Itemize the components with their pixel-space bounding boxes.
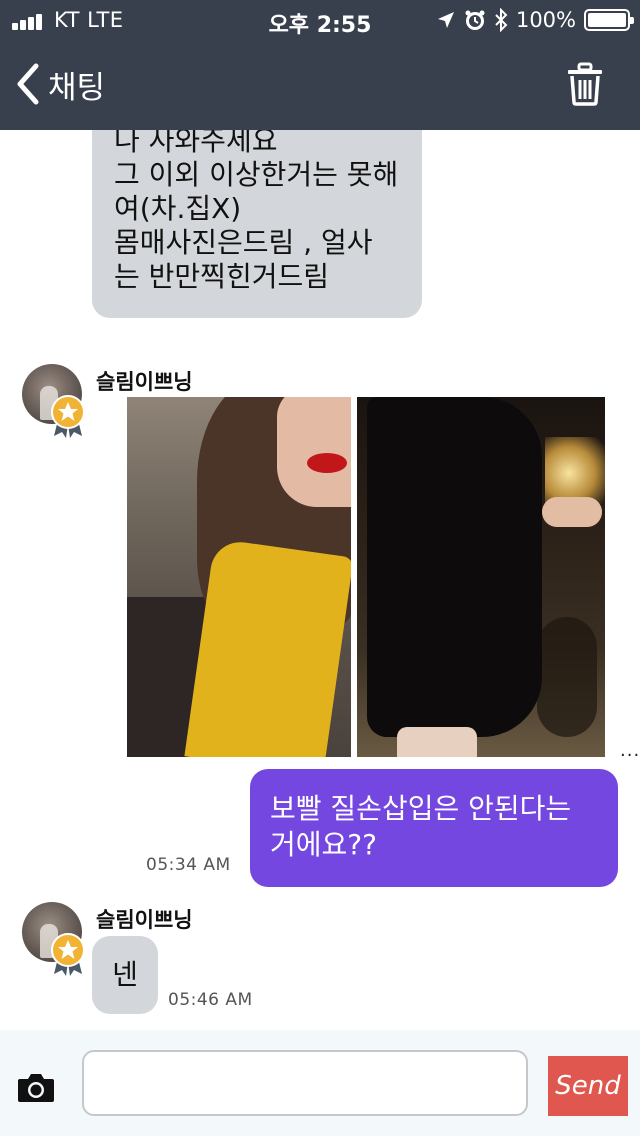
message-line: 나 사와주세요	[114, 130, 278, 157]
trash-icon[interactable]	[566, 62, 604, 106]
sent-message-bubble: 보빨 질손삽입은 안된다는 거에요??	[250, 769, 618, 887]
message-line: 그 이외 이상한거는 못해	[114, 158, 399, 191]
bluetooth-icon	[495, 8, 508, 32]
sender-name: 슬림이쁘닝	[96, 908, 193, 932]
chat-area[interactable]: 나 사와주세요 그 이외 이상한거는 못해 여(차.집X) 몸매사진은드림 , …	[0, 130, 640, 1030]
more-options-icon[interactable]: ...	[620, 740, 640, 761]
battery-level	[588, 13, 626, 27]
medal-badge-icon	[51, 933, 85, 976]
nav-bar: 채팅	[0, 40, 640, 130]
battery-icon	[584, 9, 634, 31]
message-time: 05:34 AM	[146, 855, 231, 875]
received-message-bubble: 넨	[92, 936, 158, 1014]
message-line: 여(차.집X)	[114, 192, 242, 225]
message-line: 는 반만찍힌거드림	[114, 260, 329, 293]
sender-name: 슬림이쁘닝	[96, 370, 193, 394]
back-label: 채팅	[48, 69, 106, 106]
status-indicators: 100%	[436, 7, 634, 33]
alarm-icon	[465, 10, 485, 30]
received-message-bubble: 나 사와주세요 그 이외 이상한거는 못해 여(차.집X) 몸매사진은드림 , …	[92, 130, 422, 318]
message-time: 05:46 AM	[168, 990, 253, 1010]
photo-right-panel	[357, 397, 605, 757]
top-bar: KT LTE 오후 2:55 100% 채팅	[0, 0, 640, 130]
received-photo[interactable]	[127, 397, 605, 757]
battery-percent: 100%	[515, 8, 576, 32]
message-text: 넨	[112, 958, 138, 991]
message-input[interactable]	[82, 1050, 528, 1116]
location-arrow-icon	[437, 12, 454, 28]
message-line: 거에요??	[270, 828, 378, 861]
camera-icon[interactable]	[16, 1070, 56, 1104]
medal-badge-icon	[51, 395, 85, 438]
input-bar: Send	[0, 1030, 640, 1136]
back-button[interactable]: 채팅	[12, 60, 105, 108]
message-line: 몸매사진은드림 , 얼사	[114, 226, 373, 259]
send-button[interactable]: Send	[548, 1056, 628, 1116]
status-bar: KT LTE 오후 2:55 100%	[0, 0, 640, 40]
message-line: 보빨 질손삽입은 안된다는	[270, 792, 572, 825]
photo-left-panel	[127, 397, 351, 757]
chevron-left-icon	[17, 63, 39, 105]
